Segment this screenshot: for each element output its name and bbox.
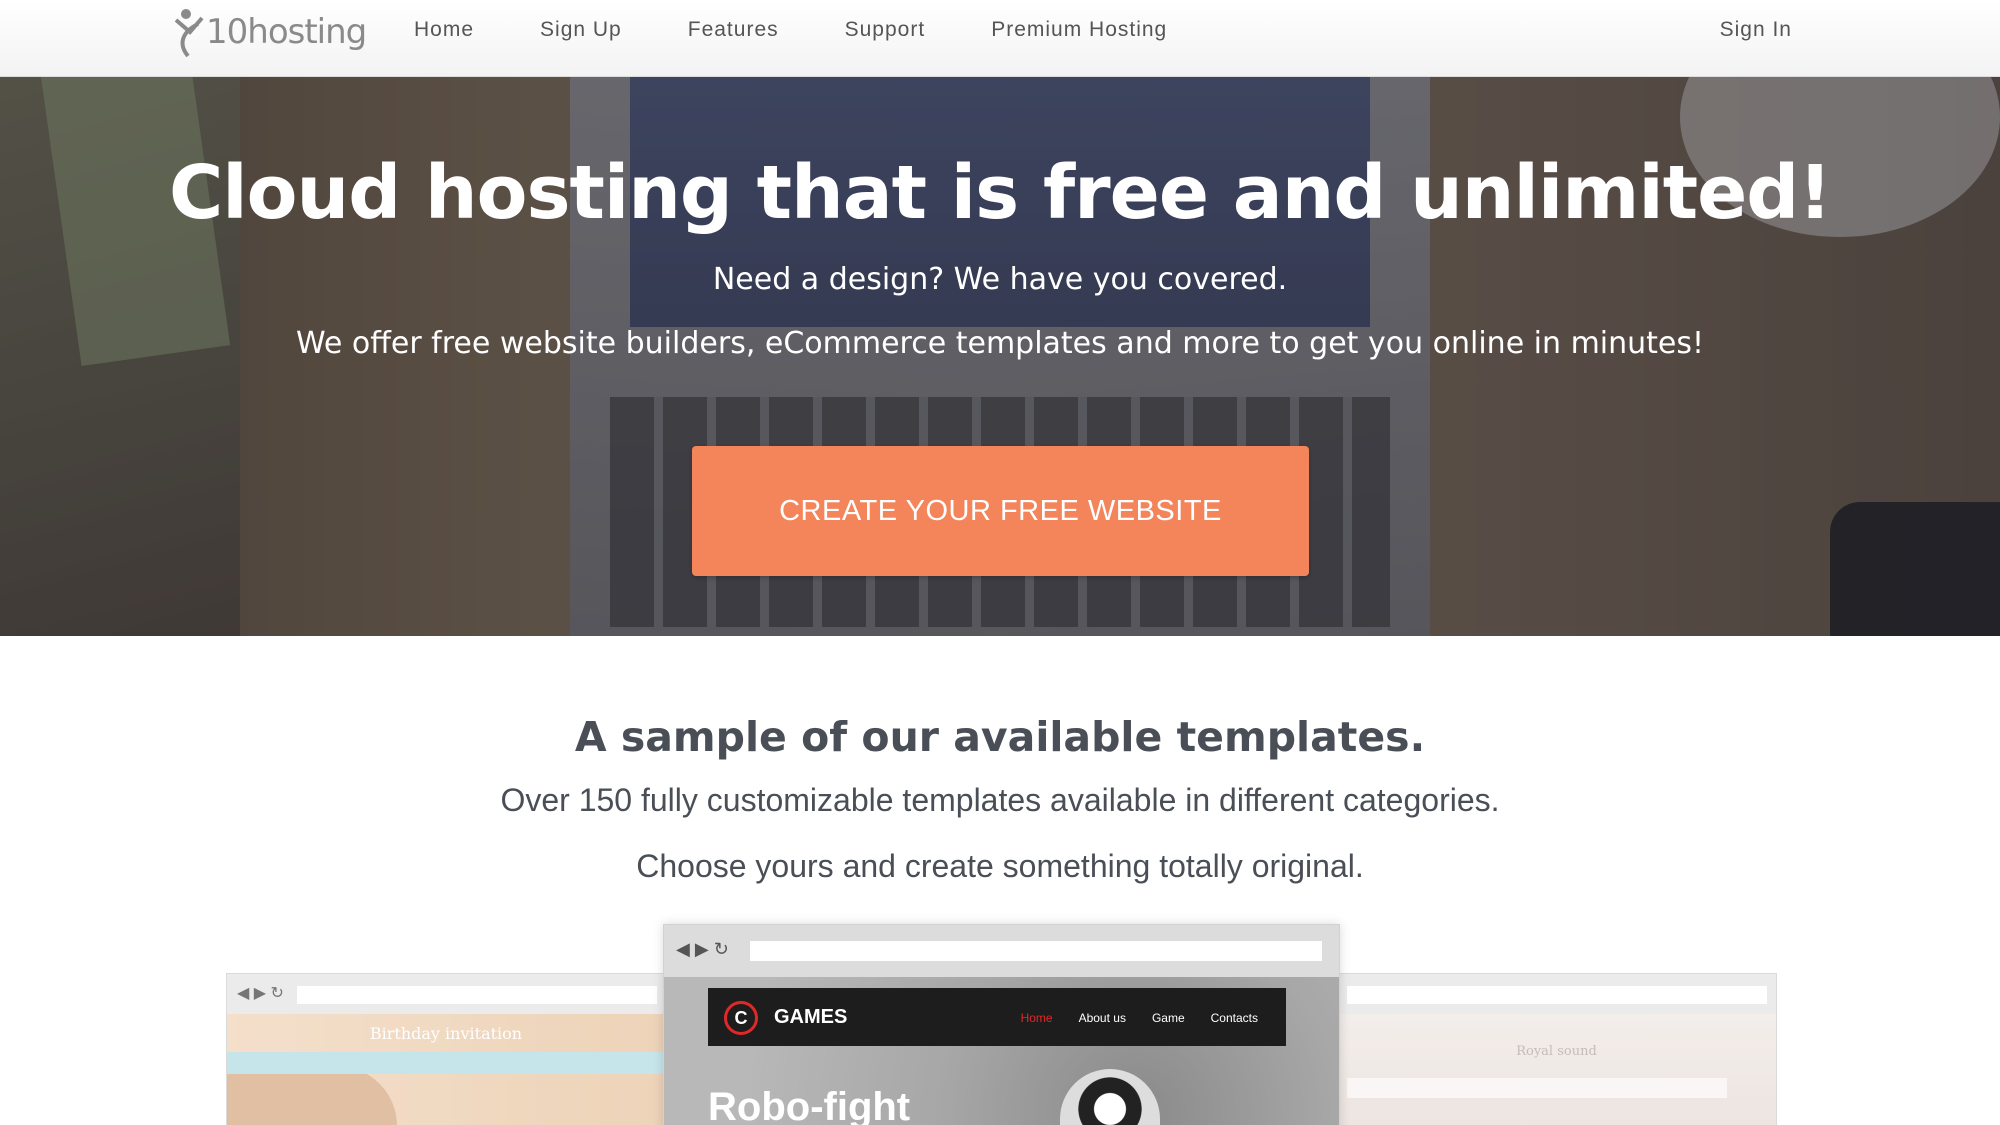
- logo-text: 10hosting: [206, 12, 367, 52]
- games-menu-home: Home: [1020, 1011, 1053, 1025]
- template-preview-menu: [227, 1052, 665, 1074]
- template-preview-left[interactable]: ◀ ▶ ↻ Birthday invitation: [226, 973, 666, 1125]
- nav-home[interactable]: Home: [414, 18, 474, 42]
- games-menu: Home About us Game Contacts: [995, 1011, 1258, 1025]
- browser-address-bar: [750, 941, 1322, 961]
- nav-links: Home Sign Up Features Support Premium Ho…: [414, 0, 1233, 60]
- template-preview-right[interactable]: Royal sound: [1336, 973, 1777, 1125]
- games-brand: GAMES: [774, 1006, 848, 1028]
- browser-nav-icon: ◀ ▶ ↻: [237, 985, 284, 1002]
- templates-subtitle: Over 150 fully customizable templates av…: [500, 782, 1500, 818]
- games-menu-game: Game: [1151, 1011, 1185, 1025]
- template-preview-games: C GAMES Home About us Game Contacts Robo…: [664, 977, 1339, 1125]
- create-website-button[interactable]: CREATE YOUR FREE WEBSITE: [692, 446, 1309, 576]
- hero-subtitle: Need a design? We have you covered.: [712, 262, 1288, 297]
- games-menu-about: About us: [1078, 1011, 1126, 1025]
- games-headline: Robo-fight: [708, 1085, 911, 1125]
- robot-helmet-icon: [1060, 1069, 1160, 1125]
- browser-nav-icon: ◀ ▶ ↻: [676, 939, 729, 959]
- template-preview-image: [1337, 1014, 1776, 1125]
- games-header: C GAMES Home About us Game Contacts: [708, 988, 1286, 1046]
- nav-features[interactable]: Features: [688, 18, 779, 42]
- nav-sign-up[interactable]: Sign Up: [540, 18, 622, 42]
- template-preview-title: Birthday invitation: [369, 1024, 523, 1043]
- browser-address-bar: [1347, 986, 1767, 1004]
- templates-tagline: Choose yours and create something totall…: [636, 848, 1364, 884]
- templates-title: A sample of our available templates.: [574, 713, 1426, 761]
- template-preview-title: Royal sound: [1516, 1044, 1597, 1059]
- games-logo-icon: C: [724, 1001, 758, 1035]
- browser-address-bar: [297, 986, 657, 1004]
- nav-premium-hosting[interactable]: Premium Hosting: [991, 18, 1167, 42]
- top-nav: 10hosting Home Sign Up Features Support …: [0, 0, 2000, 77]
- games-menu-contacts: Contacts: [1210, 1011, 1258, 1025]
- template-preview-menu: [1347, 1078, 1727, 1098]
- nav-sign-in[interactable]: Sign In: [1720, 0, 1792, 60]
- browser-toolbar: [1337, 974, 1776, 1014]
- nav-support[interactable]: Support: [845, 18, 926, 42]
- browser-toolbar: ◀ ▶ ↻: [664, 925, 1339, 977]
- template-preview-center[interactable]: ◀ ▶ ↻ C GAMES Home About us Game Contact…: [663, 924, 1340, 1125]
- hero-description: We offer free website builders, eCommerc…: [295, 326, 1705, 361]
- browser-toolbar: ◀ ▶ ↻: [227, 974, 665, 1014]
- logo[interactable]: 10hosting: [172, 2, 367, 62]
- hero-title: Cloud hosting that is free and unlimited…: [169, 150, 1832, 236]
